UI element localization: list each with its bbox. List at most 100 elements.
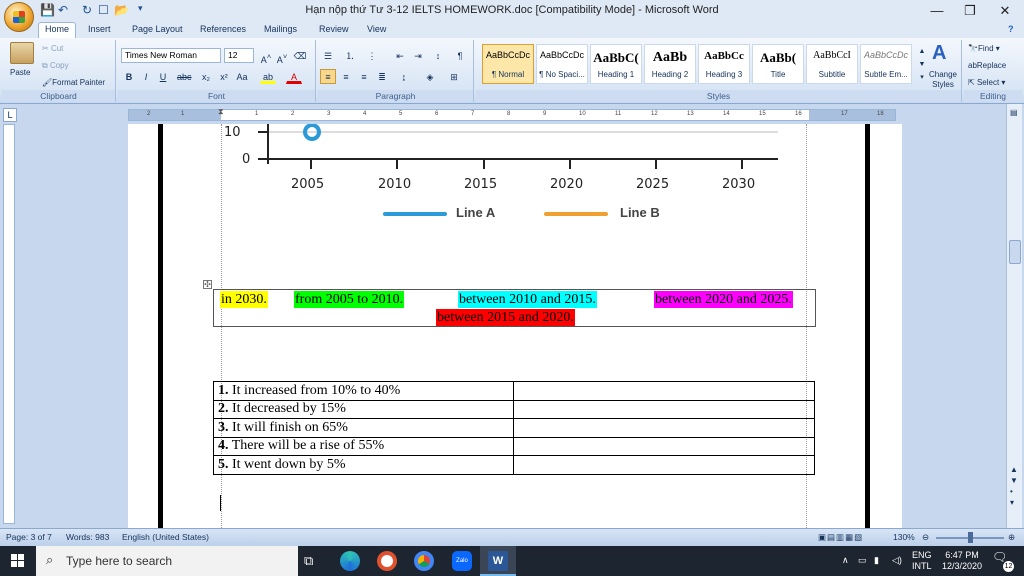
increase-indent-icon[interactable]: ⇥ <box>410 48 426 63</box>
tab-view[interactable]: View <box>361 23 392 38</box>
help-icon[interactable]: ? <box>1002 23 1020 38</box>
show-formatting-icon[interactable]: ¶ <box>452 48 468 63</box>
decrease-indent-icon[interactable]: ⇤ <box>392 48 408 63</box>
tray-battery-icon[interactable]: ▮ <box>874 555 879 566</box>
word-taskbar-button[interactable]: W <box>480 546 516 576</box>
zoom-out-icon[interactable]: ⊖ <box>922 532 929 543</box>
sentence-cell[interactable]: 4. There will be a rise of 55% <box>213 436 514 456</box>
view-buttons-icon[interactable]: ▣▤▥▦▧ <box>818 532 863 543</box>
tray-network-icon[interactable]: ▭ <box>858 555 867 566</box>
style-no-spacing[interactable]: AaBbCcDc ¶ No Spaci... <box>536 44 588 84</box>
align-right-icon[interactable]: ≡ <box>356 69 372 84</box>
find-button[interactable]: 🔭Find ▾ <box>968 44 1000 53</box>
line-chart[interactable]: 10 0 2005 2010 2015 2020 2025 2030 Line … <box>218 124 818 234</box>
line-spacing-icon[interactable]: ↨ <box>396 69 412 84</box>
select-button[interactable]: ⇱ Select ▾ <box>968 78 1005 87</box>
style-heading-2[interactable]: AaBb Heading 2 <box>644 44 696 84</box>
indent-marker-icon[interactable]: ⧗ <box>218 107 224 117</box>
underline-icon[interactable]: U <box>155 69 171 84</box>
clear-formatting-icon[interactable]: ⌫ <box>292 48 308 63</box>
style-heading-3[interactable]: AaBbCc Heading 3 <box>698 44 750 84</box>
vertical-ruler[interactable] <box>3 124 15 524</box>
page-count[interactable]: Page: 3 of 7 <box>6 532 52 542</box>
tab-home[interactable]: Home <box>38 22 77 39</box>
edge-icon[interactable] <box>340 551 360 571</box>
zoom-level[interactable]: 130% <box>893 532 915 542</box>
multilevel-list-icon[interactable]: ⋮ <box>364 48 380 63</box>
answer-cell[interactable] <box>513 418 815 438</box>
sentence-cell[interactable]: 3. It will finish on 65% <box>213 418 514 438</box>
sort-icon[interactable]: ↕ <box>430 48 446 63</box>
start-button[interactable] <box>0 546 36 576</box>
copy-button[interactable]: ⧉ Copy <box>42 61 69 71</box>
sentence-cell[interactable]: 1. It increased from 10% to 40% <box>213 381 514 401</box>
answer-cell[interactable] <box>513 381 815 401</box>
tab-page-layout[interactable]: Page Layout <box>126 23 189 38</box>
subscript-icon[interactable]: x₂ <box>198 69 214 84</box>
chrome-icon[interactable] <box>414 551 434 571</box>
word-count[interactable]: Words: 983 <box>66 532 109 542</box>
font-color-icon[interactable]: A <box>286 69 302 84</box>
grow-font-icon[interactable]: A˄ <box>258 48 274 65</box>
office-button[interactable] <box>4 2 34 32</box>
bold-icon[interactable]: B <box>121 69 137 84</box>
align-center-icon[interactable]: ≡ <box>338 69 354 84</box>
cut-button[interactable]: ✂ Cut <box>42 44 63 53</box>
vertical-scrollbar[interactable]: ▤ ▲ ▼ • ▾ <box>1006 104 1022 528</box>
taskbar-search[interactable]: ⌕ Type here to search <box>36 546 298 576</box>
document-page[interactable]: 10 0 2005 2010 2015 2020 2025 2030 Line … <box>128 124 902 528</box>
style-subtitle[interactable]: AaBbCcI Subtitle <box>806 44 858 84</box>
clock[interactable]: 6:47 PM 12/3/2020 <box>942 550 982 572</box>
ruler-toggle-icon[interactable]: ▤ <box>1010 108 1018 117</box>
paste-button[interactable]: Paste <box>10 68 30 77</box>
browse-controls-icon[interactable]: ▲ ▼ • ▾ <box>1010 464 1018 508</box>
superscript-icon[interactable]: x² <box>216 69 232 84</box>
horizontal-ruler[interactable]: 2 1 1 2 3 4 5 6 7 8 9 10 11 12 13 14 15 … <box>128 107 896 121</box>
italic-icon[interactable]: I <box>138 69 154 84</box>
change-styles-button[interactable]: Change Styles <box>926 70 960 90</box>
language-indicator[interactable]: English (United States) <box>122 532 209 542</box>
justify-icon[interactable]: ≣ <box>374 69 390 84</box>
zoom-in-icon[interactable]: ⊕ <box>1008 532 1015 543</box>
align-left-icon[interactable]: ≡ <box>320 69 336 84</box>
font-name-select[interactable]: Times New Roman <box>121 48 221 63</box>
sentence-cell[interactable]: 5. It went down by 5% <box>213 455 514 475</box>
paste-icon[interactable] <box>10 42 34 64</box>
style-title[interactable]: AaBb(Title <box>752 44 804 84</box>
table-move-handle-icon[interactable]: ✣ <box>203 280 212 289</box>
numbering-icon[interactable]: ⒈ <box>342 48 358 63</box>
task-view-icon[interactable]: ⧉ <box>304 553 313 569</box>
format-painter-button[interactable]: 🖌Format Painter <box>42 78 105 87</box>
tab-mailings[interactable]: Mailings <box>258 23 303 38</box>
highlight-icon[interactable]: ab <box>260 69 276 84</box>
bullets-icon[interactable]: ☰ <box>320 48 336 63</box>
answer-cell[interactable] <box>513 436 815 456</box>
tab-selector-icon[interactable]: L <box>3 108 17 122</box>
font-size-select[interactable]: 12 <box>224 48 254 63</box>
style-heading-1[interactable]: AaBbC(Heading 1 <box>590 44 642 84</box>
restore-button[interactable]: ❐ <box>955 1 985 21</box>
tray-volume-icon[interactable]: ◁) <box>892 555 902 566</box>
style-subtle-emphasis[interactable]: AaBbCcDc Subtle Em... <box>860 44 912 84</box>
zoom-slider-thumb[interactable] <box>968 532 973 543</box>
answer-cell[interactable] <box>513 455 815 475</box>
shading-icon[interactable]: ◈ <box>422 69 438 84</box>
tab-review[interactable]: Review <box>313 23 355 38</box>
borders-icon[interactable]: ⊞ <box>446 69 462 84</box>
obs-icon[interactable] <box>377 551 397 571</box>
sentence-cell[interactable]: 2. It decreased by 15% <box>213 399 514 419</box>
change-case-icon[interactable]: Aa <box>234 69 250 84</box>
change-styles-icon[interactable]: A <box>932 42 946 65</box>
replace-button[interactable]: abReplace <box>968 61 1006 70</box>
scroll-thumb[interactable] <box>1009 240 1021 264</box>
tab-insert[interactable]: Insert <box>82 23 117 38</box>
style-normal[interactable]: AaBbCcDc ¶ Normal <box>482 44 534 84</box>
zalo-icon[interactable]: Zalo <box>452 551 472 571</box>
tray-arrow-icon[interactable]: ∧ <box>842 555 849 566</box>
minimize-button[interactable]: — <box>922 1 952 21</box>
answer-cell[interactable] <box>513 399 815 419</box>
strikethrough-icon[interactable]: abc <box>176 69 192 84</box>
shrink-font-icon[interactable]: A˅ <box>274 48 290 65</box>
close-button[interactable]: ✕ <box>990 1 1020 21</box>
input-language[interactable]: ENG INTL <box>912 550 932 572</box>
